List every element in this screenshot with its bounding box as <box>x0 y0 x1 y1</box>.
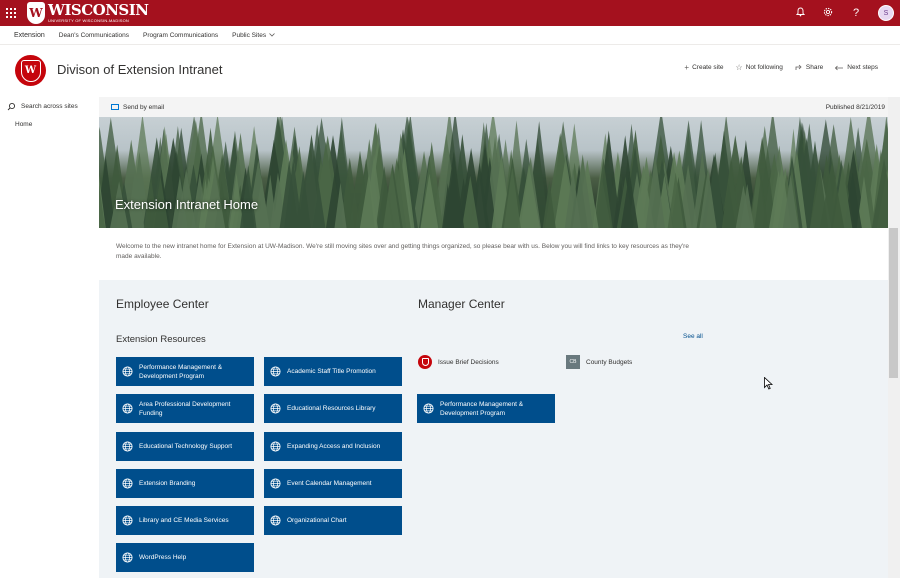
tile-academic-staff-title-promotion[interactable]: Academic Staff Title Promotion <box>264 357 402 386</box>
create-site-button[interactable]: + Create site <box>684 63 723 72</box>
command-bar: Send by email Published 8/21/2019 <box>99 97 888 117</box>
app-launcher-icon[interactable] <box>0 0 22 26</box>
follow-button[interactable]: ☆ Not following <box>736 63 783 72</box>
avatar[interactable]: S <box>878 5 894 21</box>
globe-icon <box>122 403 133 414</box>
suite-bar: W WISCONSIN UNIVERSITY OF WISCONSIN-MADI… <box>0 0 900 26</box>
uw-wordmark[interactable]: WISCONSIN UNIVERSITY OF WISCONSIN-MADISO… <box>48 3 149 23</box>
quicklink-county-budgets[interactable]: CB County Budgets <box>566 355 632 369</box>
tile-wordpress-help[interactable]: WordPress Help <box>116 543 254 572</box>
mail-icon <box>111 104 119 110</box>
tile-manager-performance-management[interactable]: Performance Management & Development Pro… <box>417 394 555 423</box>
tile-library-ce-media[interactable]: Library and CE Media Services <box>116 506 254 535</box>
manager-center-title: Manager Center <box>418 297 505 311</box>
tile-educational-resources-library[interactable]: Educational Resources Library <box>264 394 402 423</box>
globe-icon <box>270 515 281 526</box>
bell-icon[interactable] <box>794 7 806 20</box>
gear-icon[interactable] <box>822 7 834 20</box>
tile-extension-branding[interactable]: Extension Branding <box>116 469 254 498</box>
globe-icon <box>122 515 133 526</box>
globe-icon <box>270 403 281 414</box>
star-icon: ☆ <box>735 63 743 72</box>
employee-center-title: Employee Center <box>116 297 209 311</box>
share-icon <box>795 64 802 70</box>
globe-icon <box>122 478 133 489</box>
search-input[interactable]: Search across sites <box>0 97 99 116</box>
hub-nav-item-program-communications[interactable]: Program Communications <box>143 32 218 39</box>
search-icon <box>7 102 16 111</box>
tile-organizational-chart[interactable]: Organizational Chart <box>264 506 402 535</box>
hub-title[interactable]: Extension <box>14 32 45 39</box>
chevron-down-icon <box>269 33 275 37</box>
next-steps-button[interactable]: Next steps <box>835 63 878 72</box>
county-budgets-badge: CB <box>566 355 580 369</box>
hero-title: Extension Intranet Home <box>115 197 259 212</box>
globe-icon <box>122 441 133 452</box>
scrollbar-thumb[interactable] <box>889 228 898 378</box>
site-header: W Divison of Extension Intranet + Create … <box>0 45 900 97</box>
plus-icon: + <box>684 63 690 72</box>
uw-crest-logo[interactable]: W <box>27 2 45 24</box>
page-title[interactable]: Divison of Extension Intranet <box>57 62 222 77</box>
hub-nav: Extension Dean's Communications Program … <box>0 26 900 45</box>
help-icon[interactable]: ? <box>850 7 862 19</box>
globe-icon <box>270 366 281 377</box>
next-steps-icon <box>835 65 844 70</box>
quicklink-issue-brief-decisions[interactable]: Issue Brief Decisions <box>418 355 499 369</box>
left-nav: Search across sites Home <box>0 97 99 578</box>
globe-icon <box>122 366 133 377</box>
extension-logo-icon <box>418 355 432 369</box>
content-section: Employee Center Extension Resources Perf… <box>99 280 888 578</box>
nav-item-home[interactable]: Home <box>0 121 99 128</box>
globe-icon <box>270 478 281 489</box>
tile-expanding-access-inclusion[interactable]: Expanding Access and Inclusion <box>264 432 402 461</box>
globe-icon <box>122 552 133 563</box>
published-date: Published 8/21/2019 <box>825 103 885 111</box>
welcome-text: Welcome to the new intranet home for Ext… <box>116 243 689 260</box>
tile-area-professional-development[interactable]: Area Professional Development Funding <box>116 394 254 423</box>
site-logo[interactable]: W <box>15 55 46 86</box>
send-by-email-button[interactable]: Send by email <box>111 104 164 111</box>
mouse-cursor-icon <box>764 377 773 390</box>
tile-event-calendar-management[interactable]: Event Calendar Management <box>264 469 402 498</box>
tile-performance-management[interactable]: Performance Management & Development Pro… <box>116 357 254 386</box>
hub-nav-item-deans-communications[interactable]: Dean's Communications <box>59 32 129 39</box>
globe-icon <box>423 403 434 414</box>
tile-educational-technology-support[interactable]: Educational Technology Support <box>116 432 254 461</box>
hub-nav-item-public-sites[interactable]: Public Sites <box>232 32 275 39</box>
hero-banner: Extension Intranet Home <box>99 117 888 228</box>
welcome-text-section: Welcome to the new intranet home for Ext… <box>99 228 888 280</box>
extension-resources-title: Extension Resources <box>116 334 206 345</box>
share-button[interactable]: Share <box>795 63 823 72</box>
globe-icon <box>270 441 281 452</box>
see-all-link[interactable]: See all <box>683 333 703 340</box>
